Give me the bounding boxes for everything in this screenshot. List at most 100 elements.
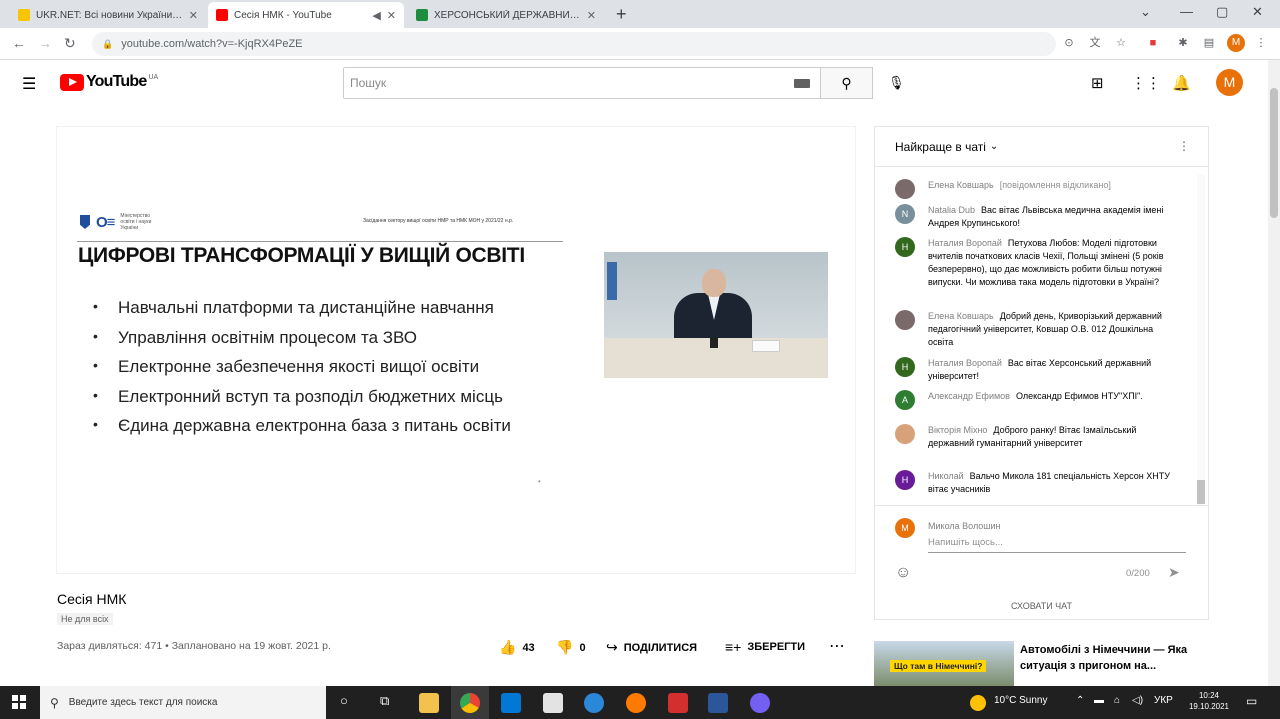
- cortana-icon[interactable]: ○: [340, 693, 348, 708]
- like-button[interactable]: 👍 43: [499, 639, 535, 656]
- thumbs-up-icon: 👍: [499, 639, 517, 655]
- chat-message: N Natalia Dub Вас вітає Львівська медична…: [895, 204, 1175, 230]
- firefox-icon[interactable]: [626, 693, 646, 713]
- tab-youtube[interactable]: Сесія НМК - YouTube ◀ ✕: [208, 2, 404, 28]
- chrome-profile-avatar[interactable]: M: [1227, 34, 1245, 52]
- youtube-play-icon: [60, 73, 84, 91]
- tab-title: ХЕРСОНСЬКИЙ ДЕРЖАВНИЙ УН: [434, 9, 581, 21]
- clock-date: 19.10.2021: [1188, 702, 1230, 711]
- google-lens-icon[interactable]: ⊙: [1062, 36, 1076, 50]
- chat-filter-dropdown[interactable]: Найкраще в чаті ⌄ ⋮: [875, 127, 1208, 167]
- minimize-icon[interactable]: —: [1180, 4, 1193, 19]
- mouse-cursor-icon: •: [538, 477, 541, 486]
- battery-icon[interactable]: ▬: [1094, 695, 1104, 706]
- bookmark-star-icon[interactable]: ☆: [1114, 36, 1128, 50]
- reading-list-icon[interactable]: ▤: [1202, 36, 1216, 50]
- save-playlist-icon: ≡+: [725, 639, 742, 655]
- save-button[interactable]: ≡+ ЗБЕРЕГТИ: [725, 639, 805, 655]
- close-tab-icon[interactable]: ✕: [587, 9, 596, 22]
- share-button[interactable]: ↪ ПОДІЛИТИСЯ: [606, 639, 697, 656]
- pdf-extension-icon[interactable]: ■: [1146, 36, 1160, 50]
- trident-icon: [80, 215, 90, 229]
- network-icon[interactable]: ⌂: [1114, 695, 1120, 706]
- youtube-wordmark: YouTube: [86, 73, 147, 90]
- ukrnet-favicon-icon: [18, 9, 30, 21]
- author-avatar: Н: [895, 470, 915, 490]
- chat-message-input[interactable]: Напишіть щось...: [928, 537, 1186, 553]
- emoji-icon[interactable]: ☺: [895, 564, 911, 582]
- chrome-icon[interactable]: [460, 693, 480, 713]
- keyboard-icon[interactable]: [794, 79, 810, 88]
- close-window-icon[interactable]: ✕: [1252, 4, 1263, 20]
- recommended-thumbnail[interactable]: Що там в Німеччині?: [874, 641, 1014, 687]
- url-field[interactable]: 🔒 youtube.com/watch?v=-KjqRX4PeZE: [92, 32, 1056, 56]
- tab-title: Сесія НМК - YouTube: [234, 9, 332, 21]
- microphone-icon[interactable]: 🎙: [888, 75, 905, 91]
- taskbar-search-placeholder: Введите здесь текст для поиска: [68, 697, 218, 708]
- create-video-icon[interactable]: ⊞: [1091, 74, 1104, 92]
- search-placeholder: Пошук: [350, 76, 387, 90]
- edge-icon[interactable]: [584, 693, 604, 713]
- new-tab-icon[interactable]: +: [616, 4, 627, 25]
- recommended-title[interactable]: Автомобілі з Німеччини ― Яка ситуація з …: [1020, 642, 1190, 674]
- unlisted-badge: Не для всіх: [57, 613, 113, 625]
- live-chat-panel: Найкраще в чаті ⌄ ⋮ Елена Ковшарь [повідо…: [874, 126, 1209, 620]
- volume-icon[interactable]: ◁): [1132, 695, 1143, 706]
- mute-tab-icon[interactable]: ◀: [372, 9, 380, 22]
- windows-start-icon[interactable]: [12, 695, 26, 709]
- tab-khersonsky[interactable]: ХЕРСОНСЬКИЙ ДЕРЖАВНИЙ УН ✕: [408, 2, 604, 28]
- youtube-logo[interactable]: YouTube UA: [60, 73, 158, 91]
- slide-bullet: • Управління освітнім процесом та ЗВО: [93, 327, 418, 347]
- store-icon[interactable]: [543, 693, 563, 713]
- page-scrollbar[interactable]: [1268, 60, 1280, 686]
- viber-icon[interactable]: [750, 693, 770, 713]
- chat-scroll-thumb[interactable]: [1197, 480, 1205, 504]
- extensions-puzzle-icon[interactable]: ✱: [1176, 36, 1190, 50]
- language-indicator[interactable]: УКР: [1154, 695, 1173, 706]
- chat-menu-icon[interactable]: ⋮: [1178, 139, 1190, 153]
- search-input[interactable]: Пошук: [343, 67, 821, 99]
- close-tab-icon[interactable]: ✕: [387, 9, 396, 22]
- hide-chat-button[interactable]: СХОВАТИ ЧАТ: [875, 601, 1208, 611]
- mail-icon[interactable]: [501, 693, 521, 713]
- weather-text[interactable]: 10°C Sunny: [994, 695, 1047, 706]
- video-player[interactable]: O≡ Міністерство освіти і науки України З…: [57, 127, 855, 573]
- dislike-button[interactable]: 👎 0: [556, 639, 586, 656]
- chat-message: Елена Ковшарь Добрий день, Криворізький д…: [895, 310, 1175, 349]
- tab-search-chevron-icon[interactable]: ⌄: [1140, 4, 1151, 20]
- author-avatar: А: [895, 390, 915, 410]
- close-tab-icon[interactable]: ✕: [189, 9, 198, 22]
- notifications-bell-icon[interactable]: 🔔: [1172, 74, 1191, 92]
- more-actions-icon[interactable]: ⋯: [829, 636, 845, 656]
- tab-ukrnet[interactable]: UKR.NET: Всі новини України, о ✕: [10, 2, 206, 28]
- taskbar-search-input[interactable]: ⚲ Введите здесь текст для поиска: [40, 686, 326, 719]
- reload-icon[interactable]: ↻: [64, 35, 76, 52]
- avatar[interactable]: M: [1216, 69, 1243, 96]
- notification-center-icon[interactable]: ▭: [1246, 694, 1257, 708]
- hamburger-menu-icon[interactable]: ☰: [22, 74, 36, 94]
- chrome-menu-icon[interactable]: ⋮: [1254, 36, 1268, 50]
- task-view-icon[interactable]: ⧉: [380, 693, 389, 709]
- forward-icon[interactable]: →: [38, 35, 52, 51]
- author-avatar: Н: [895, 357, 915, 377]
- back-icon[interactable]: ←: [12, 35, 26, 51]
- maximize-icon[interactable]: ▢: [1216, 4, 1228, 20]
- file-explorer-icon[interactable]: [419, 693, 439, 713]
- send-icon[interactable]: ➤: [1168, 564, 1180, 581]
- chat-scrollbar[interactable]: [1197, 175, 1205, 505]
- translate-icon[interactable]: 文: [1088, 36, 1102, 50]
- search-button[interactable]: ⚲: [821, 67, 873, 99]
- word-icon[interactable]: [708, 693, 728, 713]
- author-avatar: Н: [895, 237, 915, 257]
- clock-time: 10:24: [1198, 691, 1220, 700]
- weather-sun-icon[interactable]: [970, 695, 986, 711]
- chevron-down-icon: ⌄: [989, 141, 999, 152]
- chat-message: Елена Ковшарь [повідомлення відкликано]: [895, 179, 1175, 199]
- acrobat-icon[interactable]: [668, 693, 688, 713]
- browser-tab-bar: UKR.NET: Всі новини України, о ✕ Сесія Н…: [0, 0, 1280, 28]
- page-scroll-thumb[interactable]: [1270, 88, 1278, 218]
- apps-grid-icon[interactable]: ⋮⋮: [1131, 74, 1161, 92]
- author-avatar: [895, 424, 915, 444]
- taskbar-clock[interactable]: 10:24 19.10.2021: [1187, 690, 1231, 712]
- tray-chevron-icon[interactable]: ⌃: [1076, 695, 1084, 706]
